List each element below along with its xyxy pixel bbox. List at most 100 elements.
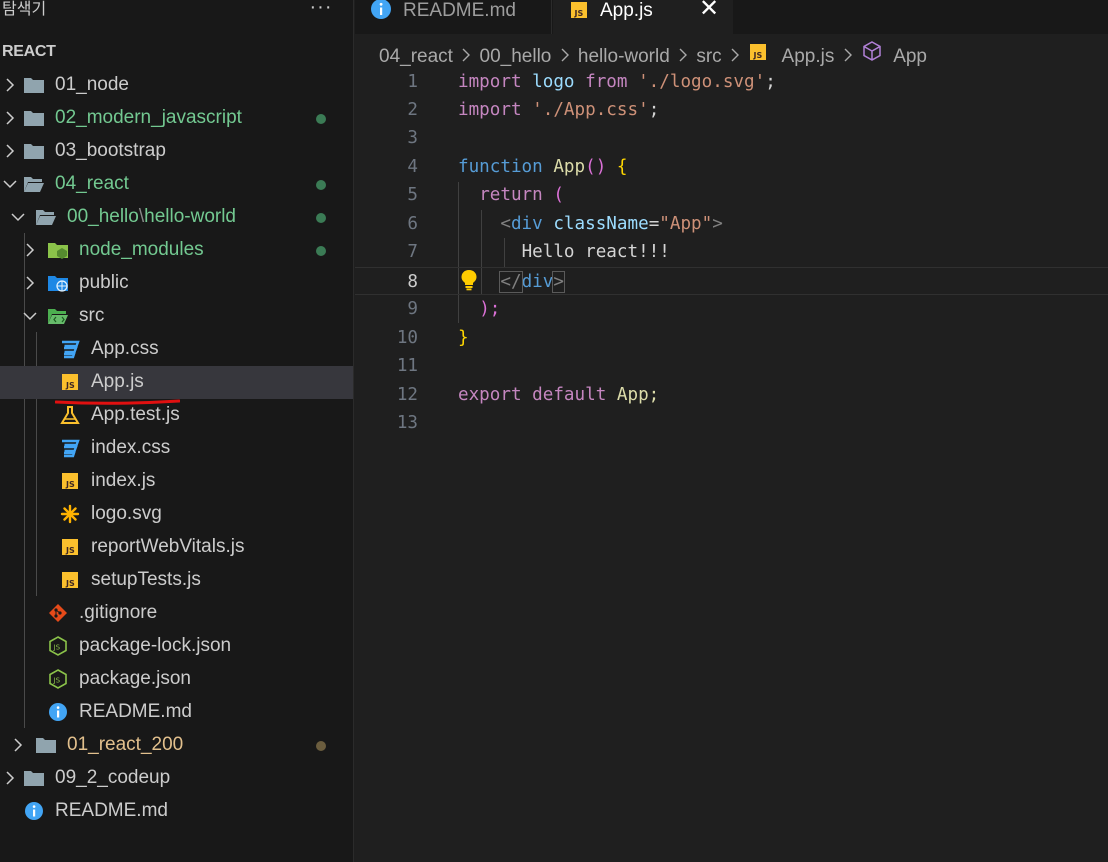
info-icon	[25, 802, 43, 820]
breadcrumb: 04_react 00_hello hello-world src JS App…	[379, 40, 927, 67]
tree-item-label: public	[79, 272, 129, 293]
breadcrumb-item[interactable]: src	[696, 45, 721, 69]
tree-item-index-css[interactable]: index.css	[0, 432, 353, 465]
nodejs-icon: JS	[49, 636, 67, 656]
close-icon[interactable]: ✕	[699, 0, 719, 21]
tree-item-readme-md[interactable]: README.md	[0, 696, 353, 729]
git-status-dot	[316, 246, 326, 256]
info-icon	[371, 0, 391, 19]
info-icon	[49, 703, 67, 721]
tree-item-00-hello-hello-world[interactable]: 00_hello\hello-world	[0, 201, 353, 234]
tab-label: App.js	[600, 0, 653, 21]
tree-item-app-css[interactable]: App.css	[0, 333, 353, 366]
folder-open-icon	[36, 210, 56, 225]
tree-item-app-js[interactable]: JS App.js	[0, 366, 353, 399]
tree-item-02-modern-javascript[interactable]: 02_modern_javascript	[0, 102, 353, 135]
lightbulb-icon[interactable]	[459, 269, 479, 291]
line-number: 6	[407, 214, 418, 234]
tree-item-label: logo.svg	[91, 503, 162, 524]
tree-item-package-json[interactable]: JS package.json	[0, 663, 353, 696]
chevron-right-icon	[844, 48, 852, 62]
line-number: 12	[396, 385, 418, 405]
code-text: <div className="App">	[500, 214, 723, 234]
folder-icon	[36, 738, 56, 753]
tree-item-app-test-js[interactable]: App.test.js	[0, 399, 353, 432]
breadcrumb-item[interactable]: 00_hello	[480, 45, 552, 69]
tree-item-label: README.md	[79, 701, 192, 722]
svg-text:JS: JS	[753, 51, 763, 60]
breadcrumb-item[interactable]: hello-world	[578, 45, 670, 69]
tree-item-label: setupTests.js	[91, 569, 201, 590]
src-folder-icon	[48, 309, 68, 324]
tree-item-label: index.css	[91, 437, 171, 458]
line-number: 11	[396, 356, 418, 376]
line-number: 5	[407, 185, 418, 205]
tree-item-04-react[interactable]: 04_react	[0, 168, 353, 201]
chevron-right-icon	[26, 276, 35, 290]
code-text: Hello react!!!	[521, 242, 670, 262]
tree-item-label: README.md	[55, 800, 168, 821]
code-text: function App() {	[458, 157, 628, 177]
tree-item-gitignore[interactable]: .gitignore	[0, 597, 353, 630]
git-status-dot	[316, 741, 326, 751]
tree-item-readme-md-root[interactable]: README.md	[0, 795, 353, 828]
workspace-section-title[interactable]: REACT	[2, 42, 56, 62]
tree-item-index-js[interactable]: JS index.js	[0, 465, 353, 498]
tab-app-js[interactable]: JS App.js ✕	[553, 0, 733, 34]
chevron-right-icon	[679, 48, 688, 62]
tree-item-setup-tests-js[interactable]: JS setupTests.js	[0, 564, 353, 597]
chevron-down-icon	[23, 312, 37, 321]
chevron-right-icon	[6, 771, 15, 785]
tree-item-label: 01_react_200	[67, 734, 184, 755]
node-folder-icon	[48, 243, 68, 259]
tree-item-logo-svg[interactable]: logo.svg	[0, 498, 353, 531]
line-number: 7	[407, 242, 418, 262]
breadcrumb-item[interactable]: App.js	[782, 45, 835, 69]
tree-item-label: reportWebVitals.js	[91, 536, 245, 557]
breadcrumb-item[interactable]: 04_react	[379, 45, 453, 69]
tree-item-report-web-vitals-js[interactable]: JS reportWebVitals.js	[0, 531, 353, 564]
git-status-dot	[316, 213, 326, 223]
folder-icon	[24, 771, 44, 786]
tree-item-09-2-codeup[interactable]: 09_2_codeup	[0, 762, 353, 795]
tree-item-label: src	[79, 305, 105, 326]
line-number: 13	[396, 413, 418, 433]
tree-item-src[interactable]: src	[0, 300, 353, 333]
tree-item-package-lock-json[interactable]: JS package-lock.json	[0, 630, 353, 663]
tree-item-03-bootstrap[interactable]: 03_bootstrap	[0, 135, 353, 168]
tree-item-label: index.js	[91, 470, 156, 491]
tree-item-01-react-200[interactable]: 01_react_200	[0, 729, 353, 762]
code-text: import './App.css';	[458, 100, 660, 120]
tab-label: README.md	[403, 0, 516, 21]
chevron-right-icon	[6, 111, 15, 125]
line-number: 10	[396, 328, 418, 348]
js-file-icon: JS	[62, 539, 78, 555]
breadcrumb-item[interactable]: App	[893, 45, 927, 69]
code-line: 10 }	[355, 324, 1108, 352]
tree-item-label: node_modules	[79, 239, 204, 260]
svg-text:JS: JS	[65, 381, 75, 390]
chevron-right-icon	[6, 78, 15, 92]
compact-folder-part: hello-world	[144, 206, 236, 227]
css-file-icon	[62, 439, 80, 458]
code-line: 9 );	[355, 295, 1108, 323]
explorer-title: 탐색기	[2, 1, 47, 18]
tree-item-01-node[interactable]: 01_node	[0, 69, 353, 102]
chevron-right-icon	[26, 243, 35, 257]
tree-item-node-modules[interactable]: node_modules	[0, 234, 353, 267]
code-line: 2 import './App.css';	[355, 96, 1108, 124]
code-text: export default App;	[458, 385, 660, 405]
tab-readme-md[interactable]: README.md	[355, 0, 552, 34]
tree-item-public[interactable]: public	[0, 267, 353, 300]
tree-item-label: 02_modern_javascript	[55, 107, 242, 128]
svg-file-icon	[60, 504, 80, 524]
code-text: import logo from './logo.svg';	[458, 72, 776, 92]
code-line: 1 import logo from './logo.svg';	[355, 68, 1108, 96]
more-actions-icon[interactable]: ···	[306, 0, 336, 20]
svg-text:JS: JS	[65, 480, 75, 489]
code-text: }	[458, 328, 469, 348]
chevron-right-icon	[561, 48, 569, 62]
code-line: 7 Hello react!!!	[355, 238, 1108, 266]
nodejs-icon: JS	[49, 669, 67, 689]
js-file-icon: JS	[62, 572, 78, 588]
